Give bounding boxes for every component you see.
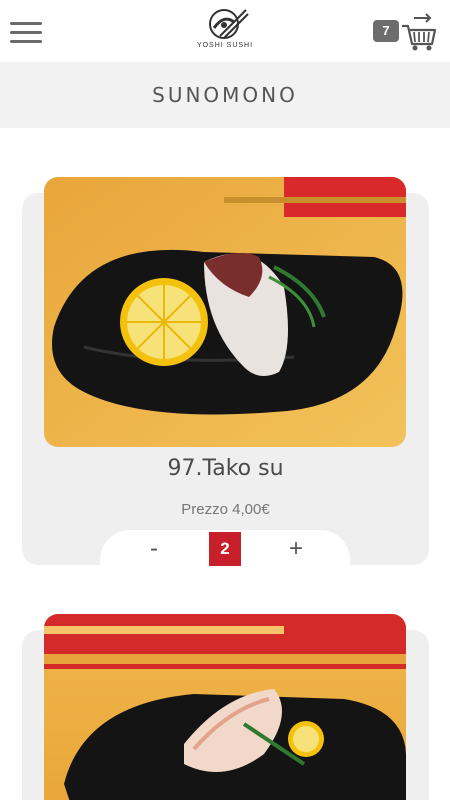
logo-text: YOSHI SUSHI [196, 42, 254, 49]
quantity-stepper: - 2 + [100, 530, 350, 568]
cart-icon[interactable] [400, 12, 438, 52]
menu-line [10, 31, 42, 34]
category-bar: SUNOMONO [0, 62, 450, 128]
product-photo[interactable] [44, 177, 406, 447]
logo-emblem-icon [209, 9, 249, 39]
increase-quantity-button[interactable]: + [282, 534, 310, 564]
quantity-value: 2 [209, 532, 241, 566]
cart-count-badge: 7 [373, 20, 399, 42]
app-header: YOSHI SUSHI 7 [0, 0, 450, 62]
product-photo[interactable] [44, 614, 406, 800]
menu-line [10, 40, 42, 43]
menu-line [10, 22, 42, 25]
decrease-quantity-button[interactable]: - [140, 534, 168, 564]
category-title: SUNOMONO [152, 83, 298, 107]
brand-logo[interactable]: YOSHI SUSHI [185, 6, 265, 58]
product-name: 97.Tako su [167, 456, 284, 481]
product-price: Prezzo 4,00€ [181, 501, 270, 518]
menu-icon[interactable] [10, 22, 44, 44]
